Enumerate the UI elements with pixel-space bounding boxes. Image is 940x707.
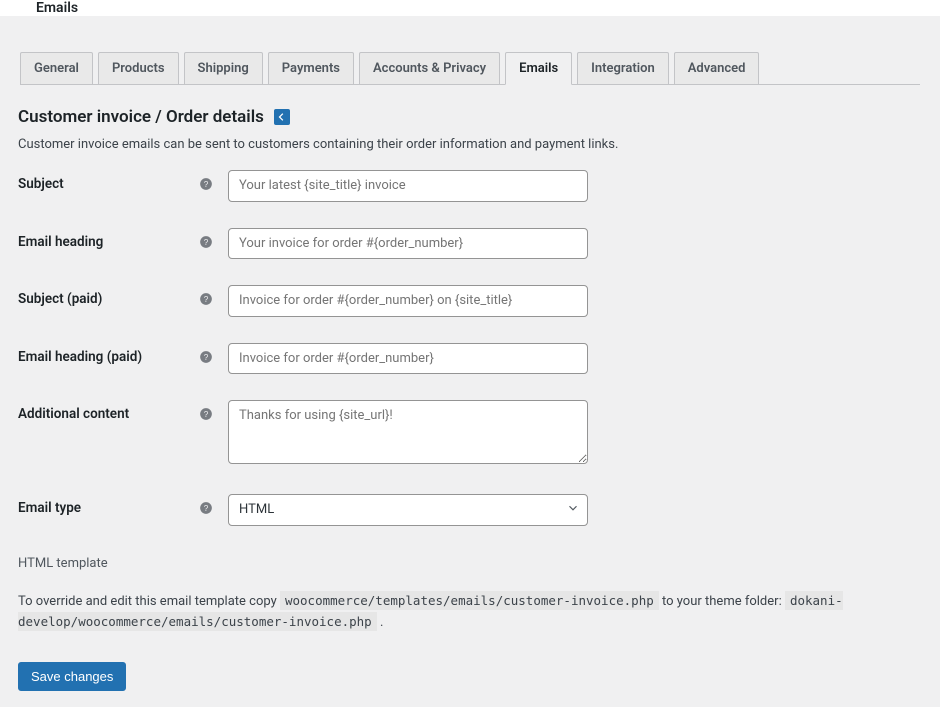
tab-accounts-privacy[interactable]: Accounts & Privacy [359, 52, 500, 85]
save-changes-button[interactable]: Save changes [18, 662, 126, 691]
svg-text:?: ? [204, 410, 209, 419]
help-icon[interactable]: ? [198, 406, 214, 422]
svg-text:?: ? [204, 295, 209, 304]
row-email-heading: Email heading ? [18, 228, 922, 260]
select-email-type[interactable]: HTML [228, 494, 588, 526]
topbar: Emails [0, 0, 940, 16]
help-icon[interactable]: ? [198, 349, 214, 365]
input-email-heading-paid[interactable] [228, 343, 588, 375]
svg-text:?: ? [204, 180, 209, 189]
settings-tabs: General Products Shipping Payments Accou… [20, 52, 920, 85]
tab-shipping[interactable]: Shipping [184, 52, 263, 85]
emails-section: Customer invoice / Order details Custome… [18, 85, 922, 691]
textarea-additional-content[interactable] [228, 400, 588, 464]
template-code-src: woocommerce/templates/emails/customer-in… [280, 591, 659, 610]
label-subject-paid: Subject (paid) [18, 291, 102, 307]
help-icon[interactable]: ? [198, 500, 214, 516]
input-email-heading[interactable] [228, 228, 588, 260]
template-text-after: . [380, 615, 383, 630]
tab-payments[interactable]: Payments [268, 52, 354, 85]
tab-advanced[interactable]: Advanced [674, 52, 760, 85]
label-additional-content: Additional content [18, 406, 129, 422]
section-heading-text: Customer invoice / Order details [18, 107, 264, 127]
row-subject-paid: Subject (paid) ? [18, 285, 922, 317]
help-icon[interactable]: ? [198, 234, 214, 250]
page-title: Emails [36, 0, 78, 16]
html-template-text: To override and edit this email template… [18, 591, 898, 635]
template-text-before: To override and edit this email template… [18, 594, 280, 609]
help-icon[interactable]: ? [198, 291, 214, 307]
row-additional-content: Additional content ? [18, 400, 922, 468]
back-icon[interactable] [274, 109, 290, 125]
tab-products[interactable]: Products [98, 52, 179, 85]
section-description: Customer invoice emails can be sent to c… [18, 137, 922, 152]
row-email-heading-paid: Email heading (paid) ? [18, 343, 922, 375]
row-email-type: Email type ? HTML [18, 494, 922, 526]
label-email-heading-paid: Email heading (paid) [18, 349, 142, 365]
tab-integration[interactable]: Integration [577, 52, 669, 85]
input-subject-paid[interactable] [228, 285, 588, 317]
content-area: General Products Shipping Payments Accou… [0, 16, 940, 707]
tab-general[interactable]: General [20, 52, 93, 85]
label-email-heading: Email heading [18, 234, 103, 250]
row-subject: Subject ? [18, 170, 922, 202]
label-email-type: Email type [18, 500, 81, 516]
label-subject: Subject [18, 176, 64, 192]
input-subject[interactable] [228, 170, 588, 202]
svg-text:?: ? [204, 237, 209, 246]
template-text-mid: to your theme folder: [662, 594, 785, 609]
svg-text:?: ? [204, 504, 209, 513]
tab-emails[interactable]: Emails [505, 52, 572, 85]
svg-text:?: ? [204, 352, 209, 361]
help-icon[interactable]: ? [198, 176, 214, 192]
section-heading: Customer invoice / Order details [18, 107, 922, 127]
html-template-heading: HTML template [18, 556, 922, 571]
